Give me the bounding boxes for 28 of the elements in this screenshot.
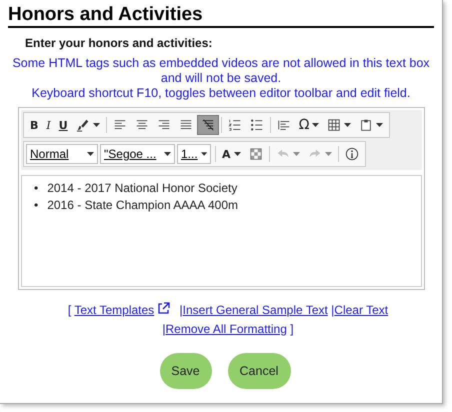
link-separator: |	[331, 303, 334, 317]
notice-text: Keyboard shortcut F10, toggles between editor toolbar and edit field.	[30, 86, 412, 101]
edit-area[interactable]: • 2014 - 2017 National Honor Society • 2016 - State Champion AAAA 400m	[21, 175, 422, 287]
list-bullet: •	[34, 180, 38, 197]
field-label: Enter your honors and activities:	[25, 36, 214, 50]
toolbar-button[interactable]: Ω	[294, 115, 324, 135]
link-separator: |	[180, 303, 183, 317]
list-item: 2014 - 2017 National Honor Society	[47, 180, 238, 197]
text-link[interactable]: Remove All Formatting	[166, 322, 287, 336]
bracket: [	[68, 303, 72, 317]
link-separator: |	[162, 322, 166, 336]
toolbar-button[interactable]: A	[218, 144, 245, 164]
text-link[interactable]: Insert General Sample Text	[182, 303, 328, 317]
bracket: ]	[290, 322, 294, 336]
format-dropdown[interactable]: 1...	[177, 144, 211, 164]
text-link[interactable]: Clear Text	[334, 303, 388, 317]
format-dropdown[interactable]: Normal	[26, 144, 98, 164]
list-item: 2016 - State Champion AAAA 400m	[47, 197, 238, 214]
action-button[interactable]: Cancel	[228, 353, 290, 389]
list-bullet: •	[34, 197, 38, 214]
notice-text: Some HTML tags such as embedded videos are not allowed in this text box and will not be saved.	[11, 56, 431, 86]
toolbar-button[interactable]: U	[54, 115, 72, 135]
toolbar-button[interactable]: B	[26, 115, 42, 135]
action-button[interactable]: Save	[160, 353, 212, 389]
section-title: Honors and Activities	[8, 4, 434, 28]
text-link[interactable]: Text Templates	[74, 303, 154, 317]
toolbar-button[interactable]: I	[42, 115, 55, 135]
format-dropdown[interactable]: "Segoe ...	[100, 144, 175, 164]
